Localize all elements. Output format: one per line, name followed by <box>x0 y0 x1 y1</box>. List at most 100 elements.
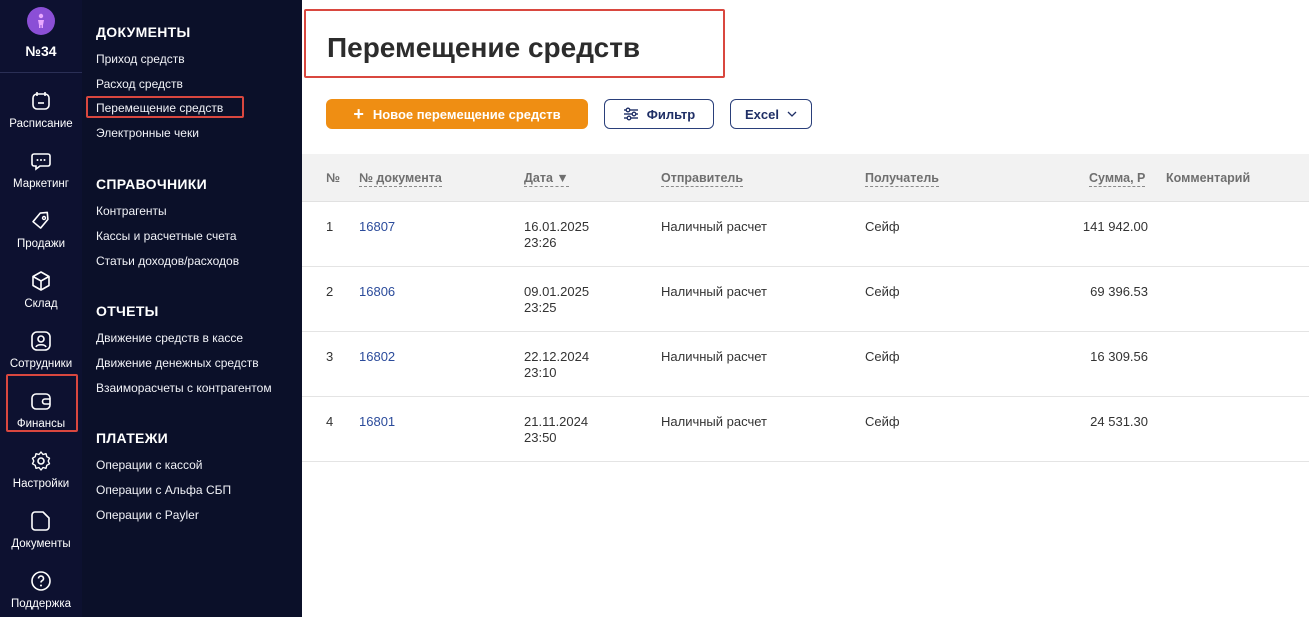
cell-date-day: 21.11.2024 <box>524 414 589 429</box>
new-transfer-label: Новое перемещение средств <box>372 106 561 122</box>
nav-label: Документы <box>11 538 71 550</box>
person-icon <box>38 13 44 28</box>
menu-link-money-flow[interactable]: Движение денежных средств <box>96 356 259 370</box>
cell-doc-link[interactable]: 16801 <box>359 414 395 430</box>
new-transfer-button[interactable]: + Новое перемещение средств <box>326 99 588 129</box>
nav-marketing[interactable]: Маркетинг <box>0 140 82 200</box>
filter-sliders-icon <box>623 107 638 121</box>
club-selector[interactable]: №34 <box>0 0 82 73</box>
menu-link-counterparties[interactable]: Контрагенты <box>96 204 167 218</box>
table-row[interactable]: 4 16801 21.11.2024 23:50 Наличный расчет … <box>302 397 1309 462</box>
table-row[interactable]: 1 16807 16.01.2025 23:26 Наличный расчет … <box>302 202 1309 267</box>
nav-settings[interactable]: Настройки <box>0 440 82 500</box>
cell-number: 1 <box>326 219 334 234</box>
table-row[interactable]: 2 16806 09.01.2025 23:25 Наличный расчет … <box>302 267 1309 332</box>
menu-section-documents: ДОКУМЕНТЫ <box>96 24 191 40</box>
menu-link-receipts[interactable]: Электронные чеки <box>96 126 199 140</box>
cell-sender: Наличный расчет <box>661 414 767 429</box>
nav-support[interactable]: Поддержка <box>0 560 82 617</box>
excel-label: Excel <box>745 106 779 122</box>
cell-sender: Наличный расчет <box>661 349 767 364</box>
menu-section-payments: ПЛАТЕЖИ <box>96 430 169 446</box>
chevron-down-icon <box>787 111 797 117</box>
nav-sales[interactable]: Продажи <box>0 200 82 260</box>
nav-finance[interactable]: Финансы <box>0 380 82 440</box>
table-row[interactable]: 3 16802 22.12.2024 23:10 Наличный расчет … <box>302 332 1309 397</box>
cell-date-day: 09.01.2025 <box>524 284 590 299</box>
page-title: Перемещение средств <box>327 32 641 63</box>
cell-doc-link[interactable]: 16802 <box>359 349 395 365</box>
avatar[interactable] <box>27 7 55 35</box>
col-doc-number[interactable]: № документа <box>359 171 442 187</box>
finance-menu: ДОКУМЕНТЫ Приход средств Расход средств … <box>82 0 302 617</box>
menu-link-expense[interactable]: Расход средств <box>96 77 183 91</box>
menu-link-cash-ops[interactable]: Операции с кассой <box>96 458 203 472</box>
cell-receiver: Сейф <box>865 414 900 429</box>
user-icon <box>31 331 51 351</box>
col-number: № <box>326 171 340 185</box>
menu-link-articles[interactable]: Статьи доходов/расходов <box>96 254 239 268</box>
box-icon <box>32 271 50 291</box>
cell-receiver: Сейф <box>865 284 900 299</box>
nav-label: Склад <box>24 298 58 310</box>
menu-link-income[interactable]: Приход средств <box>96 52 185 66</box>
cell-sender: Наличный расчет <box>661 284 767 299</box>
menu-link-cash-movement[interactable]: Движение средств в кассе <box>96 331 243 345</box>
chat-icon <box>31 153 51 171</box>
col-sender[interactable]: Отправитель <box>661 171 744 187</box>
menu-link-accounts[interactable]: Кассы и расчетные счета <box>96 229 237 243</box>
cell-date: 16.01.2025 23:26 <box>524 219 589 251</box>
question-icon <box>31 571 51 591</box>
filter-label: Фильтр <box>646 106 696 122</box>
cell-date-day: 22.12.2024 <box>524 349 590 364</box>
menu-link-payler[interactable]: Операции с Payler <box>96 508 199 522</box>
nav-warehouse[interactable]: Склад <box>0 260 82 320</box>
cell-sum: 16 309.56 <box>1090 349 1148 364</box>
wallet-icon <box>31 393 51 410</box>
cell-receiver: Сейф <box>865 349 900 364</box>
col-sum[interactable]: Сумма, Р <box>1089 171 1146 187</box>
nav-label: Поддержка <box>11 598 71 610</box>
nav-label: Маркетинг <box>13 178 69 190</box>
menu-section-references: СПРАВОЧНИКИ <box>96 176 207 192</box>
cell-number: 4 <box>326 414 334 429</box>
cell-date-time: 23:10 <box>524 365 557 380</box>
filter-button[interactable]: Фильтр <box>604 99 714 129</box>
document-icon <box>31 511 50 531</box>
cell-date-time: 23:26 <box>524 235 557 250</box>
icon-rail: №34 Расписание Маркетинг Продажи Склад С… <box>0 0 82 617</box>
nav-label: Продажи <box>16 238 66 250</box>
col-comment: Комментарий <box>1166 171 1251 185</box>
cell-sum: 24 531.30 <box>1090 414 1148 429</box>
cell-number: 3 <box>326 349 334 364</box>
gear-icon <box>31 451 51 471</box>
col-date[interactable]: Дата ▼ <box>524 171 569 187</box>
cell-date-day: 16.01.2025 <box>524 219 590 234</box>
cell-date: 22.12.2024 23:10 <box>524 349 589 381</box>
tag-icon <box>32 211 49 229</box>
cell-doc-link[interactable]: 16807 <box>359 219 395 235</box>
cell-sum: 69 396.53 <box>1090 284 1148 299</box>
nav-label: Сотрудники <box>9 358 73 370</box>
plus-icon: + <box>353 104 364 124</box>
nav-label: Настройки <box>12 478 70 490</box>
cell-number: 2 <box>326 284 334 299</box>
nav-documents[interactable]: Документы <box>0 500 82 560</box>
menu-link-settlements[interactable]: Взаиморасчеты с контрагентом <box>96 381 272 395</box>
menu-link-transfer[interactable]: Перемещение средств <box>96 101 223 115</box>
nav-label: Расписание <box>9 118 73 130</box>
nav-label: Финансы <box>16 418 66 430</box>
table-header: № № документа Дата ▼ Отправитель Получат… <box>302 154 1309 202</box>
cell-sum: 141 942.00 <box>1082 219 1148 234</box>
col-receiver[interactable]: Получатель <box>865 171 939 187</box>
menu-link-alfa-sbp[interactable]: Операции с Альфа СБП <box>96 483 231 497</box>
club-number: №34 <box>25 43 57 59</box>
cell-date: 09.01.2025 23:25 <box>524 284 589 316</box>
cell-sender: Наличный расчет <box>661 219 767 234</box>
cell-receiver: Сейф <box>865 219 900 234</box>
nav-schedule[interactable]: Расписание <box>0 80 82 140</box>
nav-employees[interactable]: Сотрудники <box>0 320 82 380</box>
cell-date-time: 23:50 <box>524 430 557 445</box>
cell-doc-link[interactable]: 16806 <box>359 284 395 300</box>
excel-dropdown[interactable]: Excel <box>730 99 812 129</box>
